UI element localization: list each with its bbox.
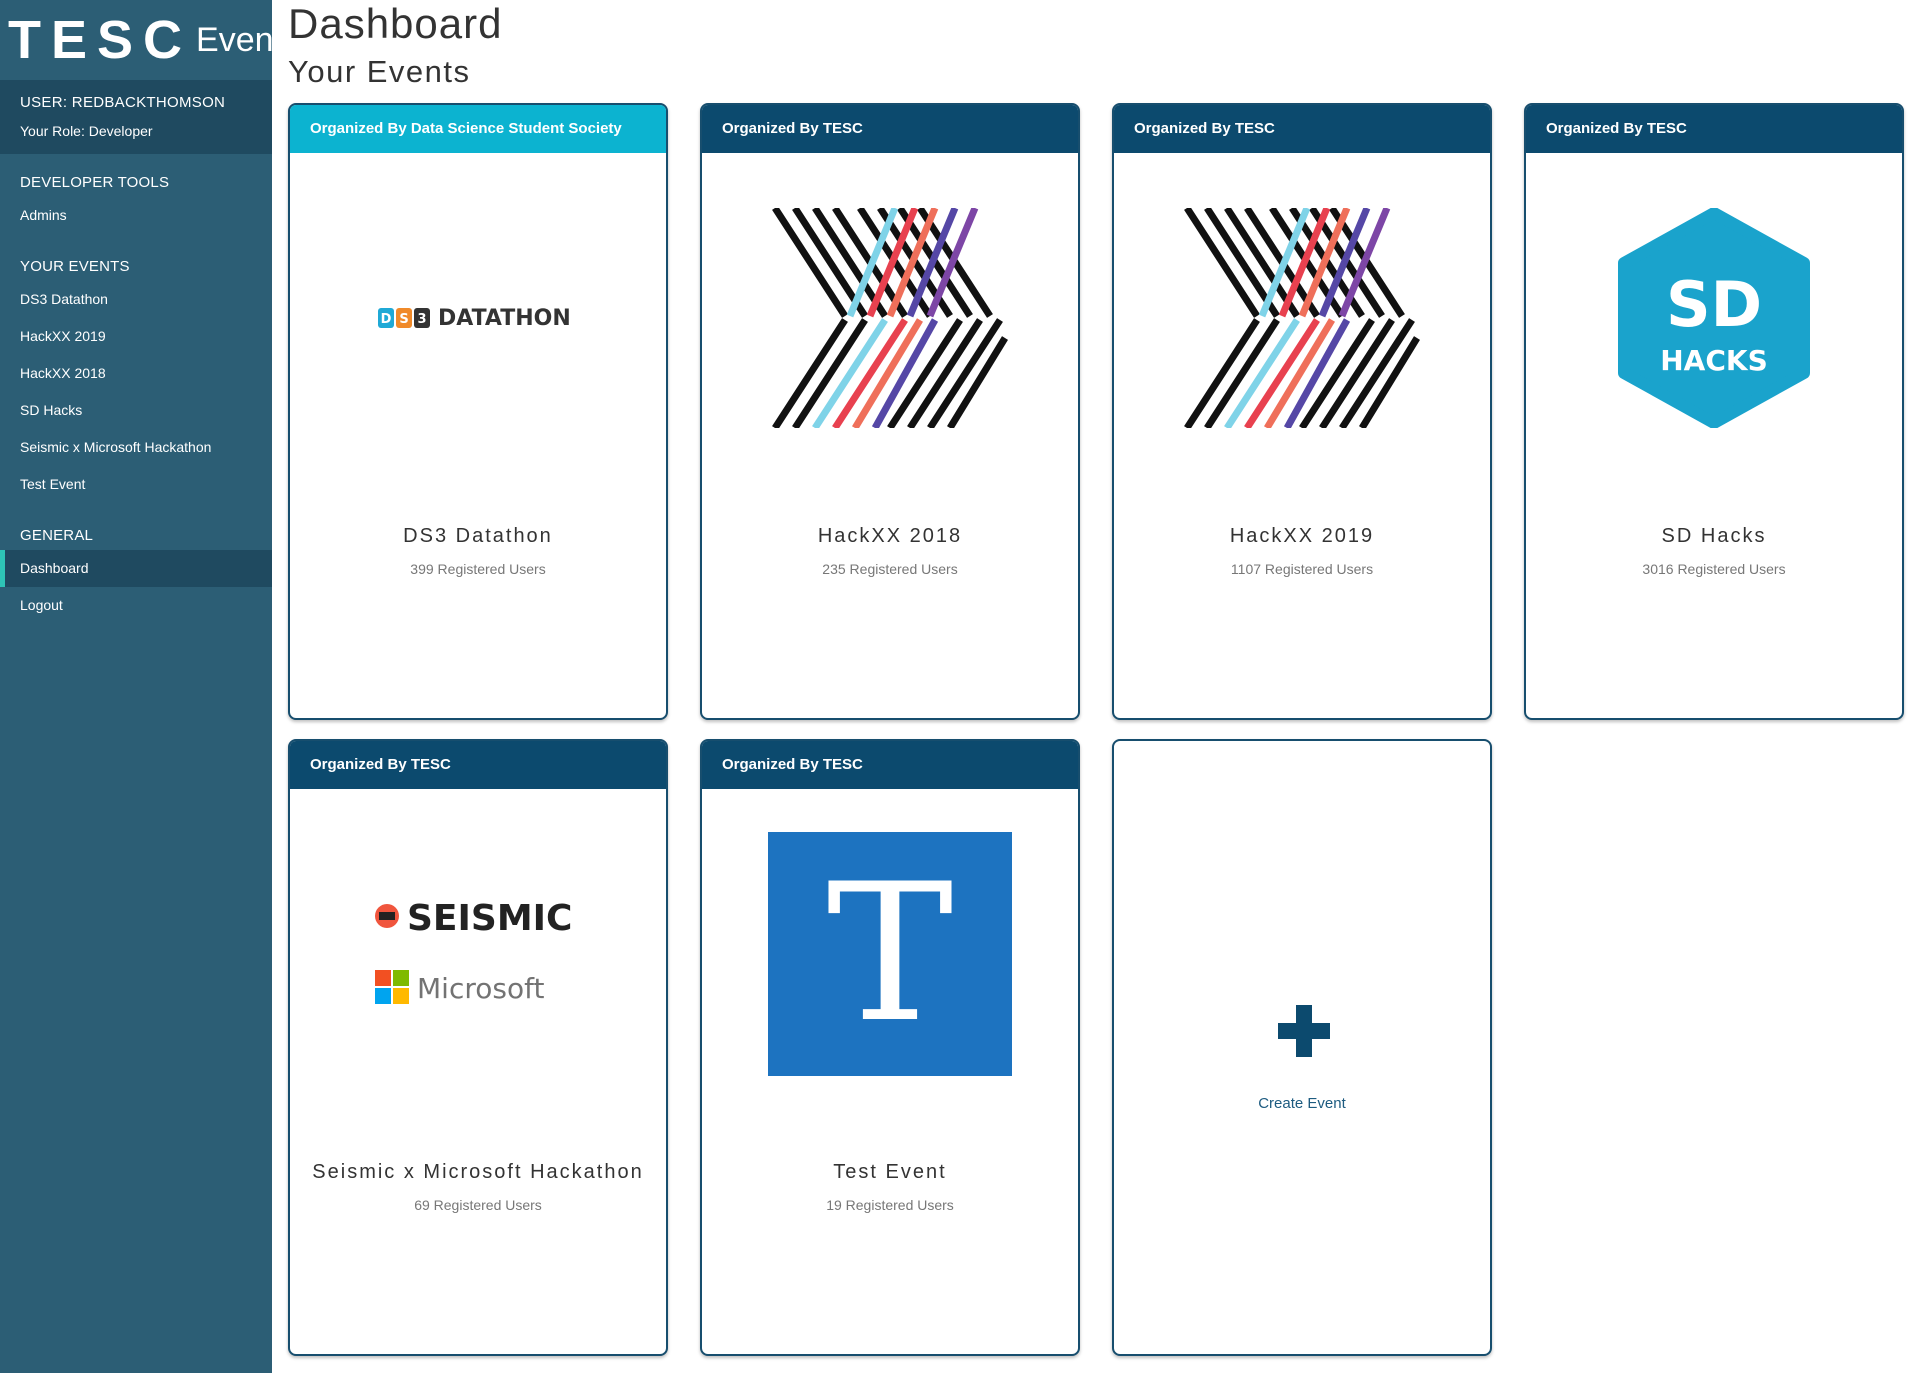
card-name: SD Hacks bbox=[1661, 525, 1767, 547]
card-name: Test Event bbox=[833, 1161, 947, 1183]
section-your-events: YOUR EVENTS bbox=[20, 258, 130, 275]
card-count: 235 Registered Users bbox=[822, 561, 958, 577]
event-card-hackxx-2019[interactable]: Organized By TESC HackXX 2019 1107 Regis… bbox=[1112, 103, 1492, 720]
sidebar-item-hackxx-2018[interactable]: HackXX 2018 bbox=[0, 355, 272, 392]
sidebar-item-seismic-microsoft[interactable]: Seismic x Microsoft Hackathon bbox=[0, 429, 272, 466]
section-title: Your Events bbox=[288, 54, 471, 89]
sidebar-item-dashboard[interactable]: Dashboard bbox=[0, 550, 272, 587]
card-count: 3016 Registered Users bbox=[1642, 561, 1786, 577]
sidebar-item-test-event[interactable]: Test Event bbox=[0, 466, 272, 503]
page-title: Dashboard bbox=[288, 0, 503, 47]
card-count: 399 Registered Users bbox=[410, 561, 546, 577]
user-info: USER: REDBACKTHOMSON Your Role: Develope… bbox=[0, 80, 272, 154]
card-count: 1107 Registered Users bbox=[1230, 561, 1374, 577]
plus-icon bbox=[1278, 1005, 1330, 1057]
sd-hacks-logo: SD HACKS bbox=[1526, 153, 1902, 483]
t-letter-logo: T bbox=[702, 789, 1078, 1119]
svg-text:3: 3 bbox=[417, 312, 426, 327]
sidebar-item-sd-hacks[interactable]: SD Hacks bbox=[0, 392, 272, 429]
card-organizer: Organized By Data Science Student Societ… bbox=[290, 105, 666, 153]
card-count: 69 Registered Users bbox=[414, 1197, 542, 1213]
ds3-logo-text: DATATHON bbox=[438, 306, 571, 331]
svg-text:SD: SD bbox=[1666, 268, 1762, 341]
event-card-ds3-datathon[interactable]: Organized By Data Science Student Societ… bbox=[288, 103, 668, 720]
card-name: DS3 Datathon bbox=[403, 525, 553, 547]
hackxx-logo bbox=[702, 153, 1078, 483]
card-name: HackXX 2019 bbox=[1229, 525, 1375, 547]
card-organizer: Organized By TESC bbox=[1526, 105, 1902, 153]
sidebar: TESC Events USER: REDBACKTHOMSON Your Ro… bbox=[0, 0, 300, 1373]
event-card-test-event[interactable]: Organized By TESC T Test Event 19 Regist… bbox=[700, 739, 1080, 1356]
section-general: GENERAL bbox=[20, 527, 94, 544]
brand-logo[interactable]: TESC Events bbox=[0, 0, 300, 80]
create-event-label: Create Event bbox=[1258, 1095, 1346, 1112]
sidebar-item-admins[interactable]: Admins bbox=[0, 197, 272, 234]
section-developer-tools: DEVELOPER TOOLS bbox=[20, 174, 170, 191]
t-letter: T bbox=[826, 843, 954, 1064]
card-organizer: Organized By TESC bbox=[1114, 105, 1490, 153]
card-name: Seismic x Microsoft Hackathon bbox=[312, 1161, 644, 1183]
event-card-seismic-microsoft[interactable]: Organized By TESC SEISMIC Microsoft Seis… bbox=[288, 739, 668, 1356]
brand-tesc: TESC bbox=[8, 10, 193, 70]
card-organizer: Organized By TESC bbox=[702, 105, 1078, 153]
event-card-hackxx-2018[interactable]: Organized By TESC HackXX 2018 235 Regist… bbox=[700, 103, 1080, 720]
user-label: USER: REDBACKTHOMSON bbox=[20, 94, 226, 111]
sidebar-item-ds3-datathon[interactable]: DS3 Datathon bbox=[0, 281, 272, 318]
svg-text:HACKS: HACKS bbox=[1660, 344, 1768, 377]
event-card-sd-hacks[interactable]: Organized By TESC SD HACKS SD Hacks 3016… bbox=[1524, 103, 1904, 720]
hackxx-logo bbox=[1114, 153, 1490, 483]
card-count: 19 Registered Users bbox=[826, 1197, 954, 1213]
svg-text:Microsoft: Microsoft bbox=[417, 972, 544, 1005]
card-name: HackXX 2018 bbox=[817, 525, 963, 547]
svg-text:SEISMIC: SEISMIC bbox=[407, 898, 572, 939]
ds3-datathon-logo: D S 3 DATATHON bbox=[290, 153, 666, 483]
seismic-microsoft-logo: SEISMIC Microsoft bbox=[290, 789, 666, 1119]
sidebar-item-logout[interactable]: Logout bbox=[0, 587, 272, 624]
card-organizer: Organized By TESC bbox=[290, 741, 666, 789]
sidebar-item-hackxx-2019[interactable]: HackXX 2019 bbox=[0, 318, 272, 355]
create-event-card[interactable]: Create Event bbox=[1112, 739, 1492, 1356]
brand-events: Events bbox=[196, 20, 300, 59]
user-role: Your Role: Developer bbox=[20, 123, 153, 139]
svg-text:S: S bbox=[399, 312, 408, 327]
card-organizer: Organized By TESC bbox=[702, 741, 1078, 789]
svg-text:D: D bbox=[381, 312, 392, 327]
